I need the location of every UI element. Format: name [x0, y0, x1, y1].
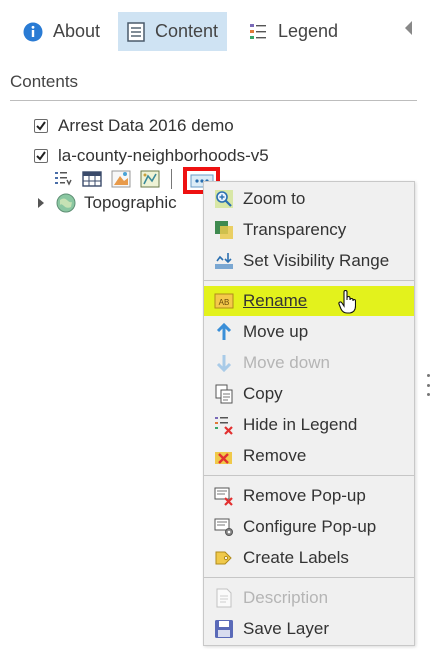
menu-item-label: Description: [243, 588, 329, 607]
section-title: Contents: [10, 72, 79, 91]
tab-bar: About Content Legend: [0, 0, 434, 64]
menu-item-label: Copy: [243, 384, 283, 403]
configure-popup-icon: [214, 517, 234, 537]
menu-item-description[interactable]: Description: [204, 583, 414, 613]
description-icon: [214, 588, 234, 608]
tab-about-label: About: [53, 21, 101, 41]
copy-icon: [214, 384, 234, 404]
layer-item-topographic[interactable]: Topographic: [36, 193, 177, 213]
labels-icon: [214, 548, 234, 568]
divider: [10, 100, 417, 101]
layer-name: Topographic: [84, 193, 177, 212]
change-style-icon[interactable]: [110, 168, 132, 190]
svg-text:AB: AB: [219, 298, 230, 307]
menu-item-label: Hide in Legend: [243, 415, 358, 434]
panel-resize-handle[interactable]: [426, 374, 430, 396]
basemap-globe-icon: [56, 193, 76, 213]
info-icon: [23, 22, 43, 42]
menu-item-label: Move down: [243, 353, 330, 372]
layer-checkbox[interactable]: [34, 119, 48, 133]
layer-name: Arrest Data 2016 demo: [58, 116, 234, 135]
table-icon[interactable]: [81, 168, 103, 190]
content-panel: About Content Legend Contents Arrest Dat…: [0, 0, 434, 658]
content-icon: [127, 21, 145, 42]
hand-cursor-icon: [338, 289, 357, 314]
tab-content[interactable]: Content: [118, 12, 227, 51]
menu-item-label: Rename: [243, 291, 308, 310]
menu-item-label: Configure Pop-up: [243, 517, 377, 536]
menu-item-save-layer[interactable]: Save Layer: [204, 614, 414, 644]
expand-arrow-icon[interactable]: [36, 196, 48, 210]
hide-legend-icon: [214, 415, 234, 435]
layer-name: la-county-neighborhoods-v5: [58, 146, 269, 165]
remove-popup-icon: [214, 486, 234, 506]
menu-item-label: Create Labels: [243, 548, 349, 567]
tab-legend[interactable]: Legend: [239, 12, 347, 51]
menu-separator: [204, 475, 414, 476]
show-legend-icon[interactable]: [52, 168, 74, 190]
menu-item-remove[interactable]: Remove: [204, 441, 414, 471]
menu-item-label: Set Visibility Range: [243, 251, 390, 270]
collapse-panel-icon[interactable]: [402, 20, 416, 36]
remove-icon: [214, 446, 234, 466]
zoom-to-icon: [214, 189, 234, 209]
menu-item-label: Save Layer: [243, 619, 329, 638]
layer-item-arrest-data[interactable]: Arrest Data 2016 demo: [34, 116, 234, 136]
menu-item-zoom-to[interactable]: Zoom to: [204, 184, 414, 214]
layer-checkbox[interactable]: [34, 149, 48, 163]
tab-legend-label: Legend: [278, 21, 339, 41]
tab-content-label: Content: [155, 21, 219, 41]
save-icon: [214, 619, 234, 639]
menu-item-label: Zoom to: [243, 189, 306, 208]
arrow-down-icon: [214, 353, 234, 373]
rename-icon: AB: [214, 291, 234, 311]
menu-separator: [204, 280, 414, 281]
menu-item-hide-in-legend[interactable]: Hide in Legend: [204, 410, 414, 440]
menu-item-rename[interactable]: AB Rename: [204, 286, 414, 316]
layer-context-menu: Zoom to Transparency Set Visibility Rang…: [203, 181, 415, 646]
arrow-up-icon: [214, 322, 234, 342]
menu-item-move-down[interactable]: Move down: [204, 348, 414, 378]
menu-separator: [204, 577, 414, 578]
filter-icon[interactable]: [139, 168, 161, 190]
layer-tools: [52, 168, 175, 190]
menu-item-label: Move up: [243, 322, 309, 341]
menu-item-create-labels[interactable]: Create Labels: [204, 543, 414, 573]
menu-item-configure-popup[interactable]: Configure Pop-up: [204, 512, 414, 542]
menu-item-transparency[interactable]: Transparency: [204, 215, 414, 245]
visibility-range-icon: [214, 251, 234, 271]
tool-separator: [171, 169, 172, 189]
tab-about[interactable]: About: [14, 12, 109, 51]
menu-item-move-up[interactable]: Move up: [204, 317, 414, 347]
transparency-icon: [214, 220, 234, 240]
menu-item-label: Remove Pop-up: [243, 486, 366, 505]
menu-item-label: Remove: [243, 446, 307, 465]
legend-icon: [248, 22, 268, 42]
layer-item-la-county[interactable]: la-county-neighborhoods-v5: [34, 146, 269, 166]
menu-item-label: Transparency: [243, 220, 347, 239]
menu-item-set-visibility-range[interactable]: Set Visibility Range: [204, 246, 414, 276]
menu-item-remove-popup[interactable]: Remove Pop-up: [204, 481, 414, 511]
menu-item-copy[interactable]: Copy: [204, 379, 414, 409]
